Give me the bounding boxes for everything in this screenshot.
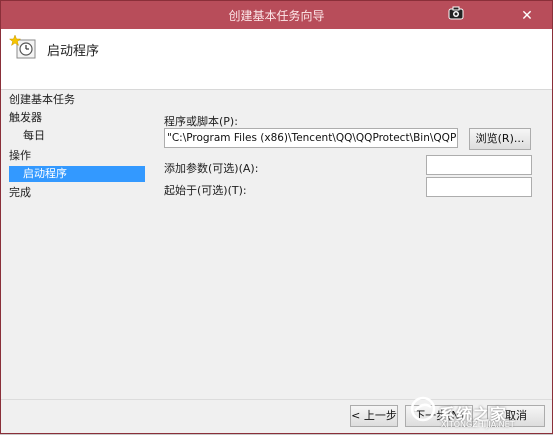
wizard-step-list: 创建基本任务 触发器 每日 操作 启动程序 完成 — [1, 90, 146, 400]
program-label: 程序或脚本(P): — [164, 115, 238, 128]
start-in-input[interactable] — [426, 177, 532, 197]
nav-item-create-basic-task[interactable]: 创建基本任务 — [9, 92, 75, 108]
wizard-window: 创建基本任务向导 ✕ 启动程序 创建基本任务 触发器 每日 操作 启动程序 完成… — [0, 0, 553, 434]
page-heading: 启动程序 — [47, 44, 100, 59]
arguments-input[interactable] — [426, 155, 532, 175]
camera-icon[interactable] — [448, 6, 464, 20]
program-input[interactable]: "C:\Program Files (x86)\Tencent\QQ\QQPro… — [164, 128, 458, 148]
watermark-url: XITONGZHIJIA.NET — [441, 420, 515, 429]
back-button[interactable]: < 上一步 — [350, 405, 398, 427]
nav-item-daily[interactable]: 每日 — [23, 128, 45, 144]
browse-button[interactable]: 浏览(R)... — [469, 128, 531, 150]
nav-item-start-program[interactable]: 启动程序 — [9, 166, 145, 182]
close-icon[interactable]: ✕ — [520, 9, 534, 23]
wizard-header: 启动程序 — [1, 29, 552, 90]
start-in-label: 起始于(可选)(T): — [164, 184, 247, 197]
site-watermark: 系统之家 XITONGZHIJIA.NET — [401, 381, 553, 435]
nav-item-finish[interactable]: 完成 — [9, 185, 31, 201]
wizard-content: 程序或脚本(P): "C:\Program Files (x86)\Tencen… — [164, 90, 552, 390]
title-bar[interactable]: 创建基本任务向导 ✕ — [1, 1, 552, 29]
arguments-label: 添加参数(可选)(A): — [164, 162, 259, 175]
window-title: 创建基本任务向导 — [228, 9, 325, 23]
nav-item-action[interactable]: 操作 — [9, 148, 31, 164]
task-scheduler-icon — [9, 34, 36, 59]
nav-item-trigger[interactable]: 触发器 — [9, 110, 42, 126]
watermark-logo-icon — [410, 396, 436, 422]
